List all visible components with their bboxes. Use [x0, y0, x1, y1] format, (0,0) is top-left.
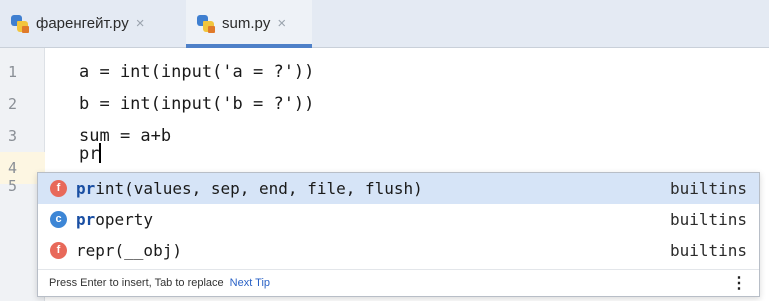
code-completion-popup: f print(values, sep, end, file, flush) b… — [37, 172, 760, 297]
completion-hint: Press Enter to insert, Tab to replace — [49, 277, 224, 289]
line-number: 2 — [8, 95, 18, 113]
completion-item-repr[interactable]: f repr(__obj) builtins — [38, 235, 759, 266]
completion-text: repr(__obj) — [76, 241, 182, 260]
code-line: a = int(input('a = ?')) — [79, 62, 315, 82]
completion-source: builtins — [669, 179, 747, 198]
completion-hint-bar: Press Enter to insert, Tab to replace Nex… — [38, 269, 759, 297]
tab-farenheit-py[interactable]: фаренгейт.py × — [0, 0, 186, 47]
line-number: 3 — [8, 127, 18, 145]
next-tip-link[interactable]: Next Tip — [230, 277, 270, 289]
line-number: 1 — [8, 63, 18, 81]
line-number: 5 — [8, 177, 18, 195]
close-icon[interactable]: × — [277, 15, 286, 32]
completion-item-print[interactable]: f print(values, sep, end, file, flush) b… — [38, 173, 759, 204]
tab-label: sum.py — [222, 15, 271, 32]
completion-text: operty — [95, 210, 154, 229]
close-icon[interactable]: × — [136, 15, 145, 32]
completion-item-property[interactable]: c property builtins — [38, 204, 759, 235]
completion-source: builtins — [669, 210, 747, 229]
text-caret — [99, 143, 102, 163]
code-line: b = int(input('b = ?')) — [79, 94, 315, 114]
function-icon: f — [50, 180, 67, 197]
python-file-icon — [10, 14, 30, 34]
class-icon: c — [50, 211, 67, 228]
completion-text: int(values, sep, end, file, flush) — [95, 179, 423, 198]
code-line-current: pr — [79, 138, 102, 170]
tab-sum-py[interactable]: sum.py × — [186, 0, 312, 48]
code-line: pr — [79, 144, 100, 164]
function-icon: f — [50, 242, 67, 259]
completion-match: pr — [76, 179, 96, 198]
completion-match: pr — [76, 210, 96, 229]
python-file-icon — [196, 14, 216, 34]
tab-label: фаренгейт.py — [36, 15, 129, 32]
completion-source: builtins — [669, 241, 747, 260]
more-options-icon[interactable]: ⋮ — [731, 270, 747, 297]
editor-tab-bar: фаренгейт.py × sum.py × — [0, 0, 769, 48]
